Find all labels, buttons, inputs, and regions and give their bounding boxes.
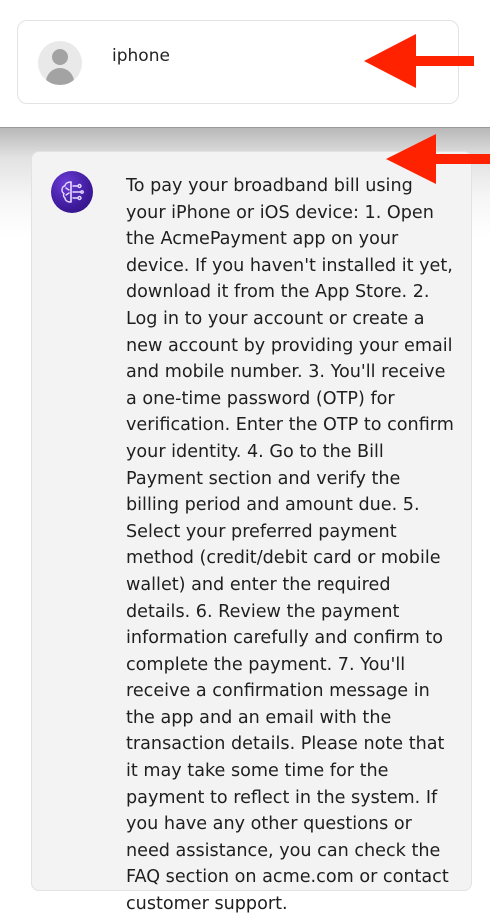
response-text: To pay your broadband bill using your iP… (126, 176, 454, 915)
user-query-text: iphone (112, 46, 170, 66)
response-section: To pay your broadband bill using your iP… (0, 128, 490, 914)
red-arrow-left-icon (386, 134, 490, 184)
response-card: To pay your broadband bill using your iP… (31, 151, 472, 914)
ai-brain-circuit-icon (51, 171, 93, 213)
red-arrow-left-icon (364, 34, 474, 88)
user-avatar-icon (38, 41, 82, 85)
